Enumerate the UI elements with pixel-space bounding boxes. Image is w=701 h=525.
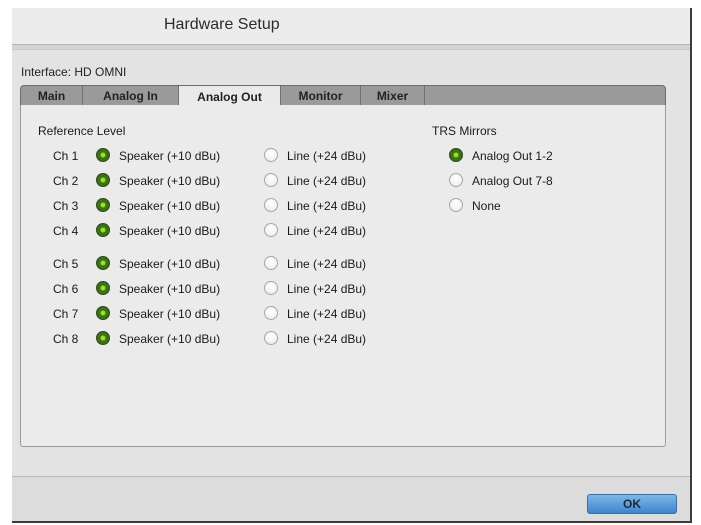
ch4-speaker-label[interactable]: Speaker (+10 dBu) [119, 224, 220, 238]
ch3-line-radio[interactable] [264, 198, 278, 212]
ch5-line-label[interactable]: Line (+24 dBu) [287, 257, 366, 271]
ch8-line-label[interactable]: Line (+24 dBu) [287, 332, 366, 346]
trs-none-radio[interactable] [449, 198, 463, 212]
trs-analog-out-7-8-label[interactable]: Analog Out 7-8 [472, 174, 553, 188]
trs-mirrors-heading: TRS Mirrors [432, 124, 497, 138]
ch8-line-radio[interactable] [264, 331, 278, 345]
trs-analog-out-7-8-radio[interactable] [449, 173, 463, 187]
channel-label-8: Ch 8 [53, 332, 79, 346]
ch5-speaker-label[interactable]: Speaker (+10 dBu) [119, 257, 220, 271]
ch2-speaker-radio[interactable] [96, 173, 110, 187]
hardware-setup-window: Hardware Setup Interface: HD OMNI Main A… [12, 8, 692, 523]
ch5-speaker-radio[interactable] [96, 256, 110, 270]
channel-label-2: Ch 2 [53, 174, 79, 188]
ch6-line-radio[interactable] [264, 281, 278, 295]
channel-label-3: Ch 3 [53, 199, 79, 213]
tab-strip: Main Analog In Analog Out Monitor Mixer [20, 85, 666, 107]
window-title: Hardware Setup [164, 16, 280, 33]
channel-label-7: Ch 7 [53, 307, 79, 321]
ch3-speaker-radio[interactable] [96, 198, 110, 212]
ok-button[interactable]: OK [587, 494, 677, 514]
ch6-line-label[interactable]: Line (+24 dBu) [287, 282, 366, 296]
ch2-line-label[interactable]: Line (+24 dBu) [287, 174, 366, 188]
reference-level-heading: Reference Level [38, 124, 126, 138]
ch1-speaker-label[interactable]: Speaker (+10 dBu) [119, 149, 220, 163]
ch6-speaker-radio[interactable] [96, 281, 110, 295]
ch3-line-label[interactable]: Line (+24 dBu) [287, 199, 366, 213]
ch2-speaker-label[interactable]: Speaker (+10 dBu) [119, 174, 220, 188]
channel-label-4: Ch 4 [53, 224, 79, 238]
ch7-speaker-radio[interactable] [96, 306, 110, 320]
tab-monitor[interactable]: Monitor [281, 86, 361, 106]
channel-label-1: Ch 1 [53, 149, 79, 163]
tab-analog-out[interactable]: Analog Out [178, 86, 281, 107]
interface-label: Interface: HD OMNI [21, 65, 127, 79]
ch8-speaker-radio[interactable] [96, 331, 110, 345]
ch7-line-label[interactable]: Line (+24 dBu) [287, 307, 366, 321]
analog-out-panel: Reference Level Ch 1 Speaker (+10 dBu) L… [20, 105, 666, 447]
ch3-speaker-label[interactable]: Speaker (+10 dBu) [119, 199, 220, 213]
ch6-speaker-label[interactable]: Speaker (+10 dBu) [119, 282, 220, 296]
trs-analog-out-1-2-radio[interactable] [449, 148, 463, 162]
ch4-line-label[interactable]: Line (+24 dBu) [287, 224, 366, 238]
ch1-speaker-radio[interactable] [96, 148, 110, 162]
tab-analog-in[interactable]: Analog In [83, 86, 179, 106]
channel-label-6: Ch 6 [53, 282, 79, 296]
title-bar[interactable]: Hardware Setup [12, 8, 690, 45]
toolbar-divider [12, 45, 690, 50]
ch2-line-radio[interactable] [264, 173, 278, 187]
channel-label-5: Ch 5 [53, 257, 79, 271]
ch1-line-radio[interactable] [264, 148, 278, 162]
ch4-speaker-radio[interactable] [96, 223, 110, 237]
ch1-line-label[interactable]: Line (+24 dBu) [287, 149, 366, 163]
ch7-speaker-label[interactable]: Speaker (+10 dBu) [119, 307, 220, 321]
ch8-speaker-label[interactable]: Speaker (+10 dBu) [119, 332, 220, 346]
trs-analog-out-1-2-label[interactable]: Analog Out 1-2 [472, 149, 553, 163]
ch7-line-radio[interactable] [264, 306, 278, 320]
trs-none-label[interactable]: None [472, 199, 501, 213]
tab-mixer[interactable]: Mixer [361, 86, 425, 106]
ch4-line-radio[interactable] [264, 223, 278, 237]
tab-main[interactable]: Main [21, 86, 83, 106]
ch5-line-radio[interactable] [264, 256, 278, 270]
